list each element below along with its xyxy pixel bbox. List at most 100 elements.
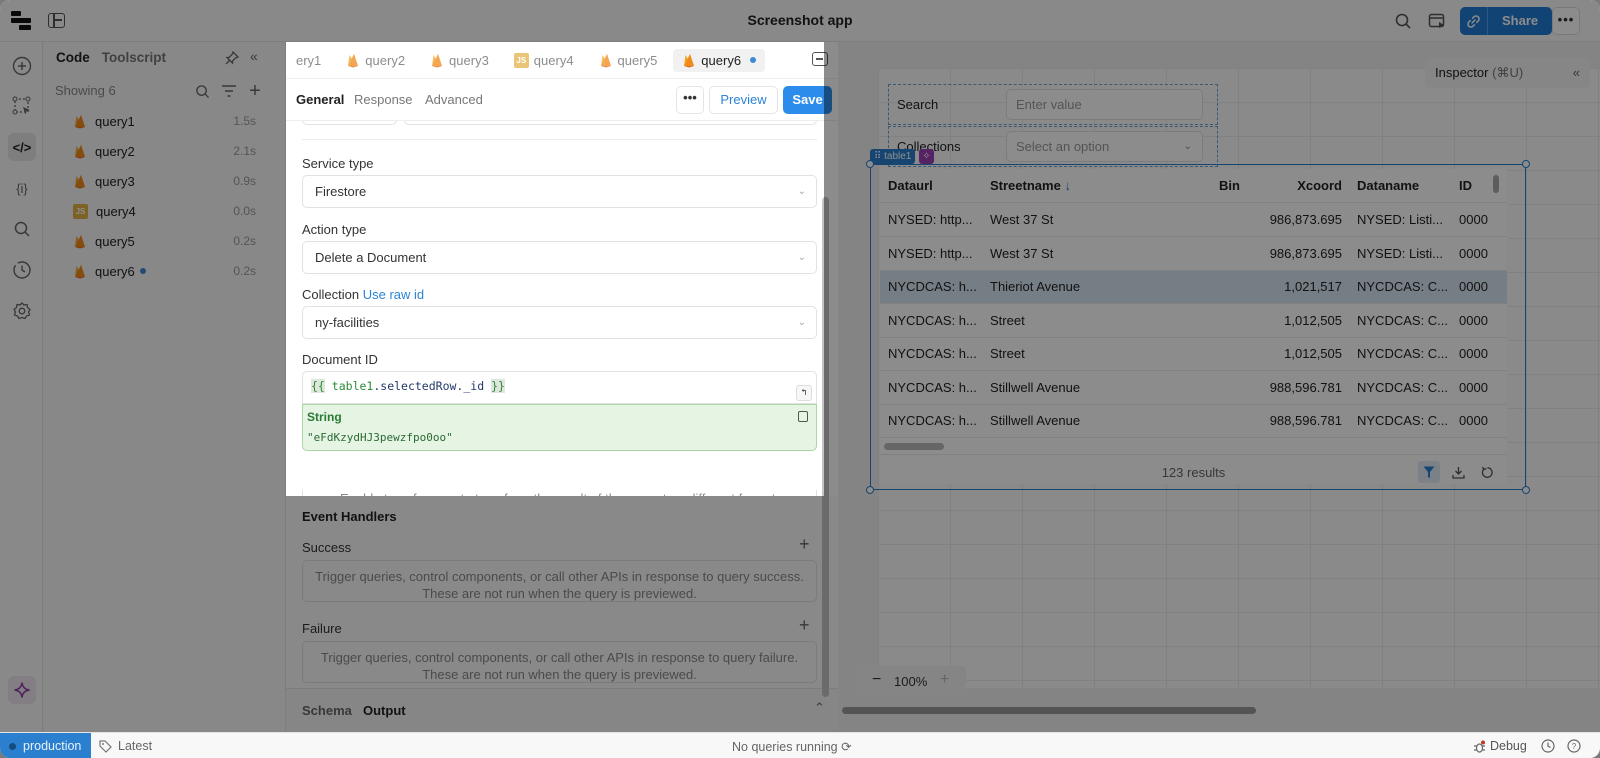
collection-select[interactable]: ny-facilities ⌄ [302,306,817,339]
query-tab[interactable]: query6 [673,48,766,72]
service-type-select[interactable]: Firestore ⌄ [302,175,817,208]
expand-editor-icon[interactable]: ↰ [796,385,812,401]
table-row[interactable]: NYCDCAS: h... Stillwell Avenue 988,596.781… [880,404,1507,438]
zoom-out-button[interactable]: − [872,671,881,689]
query-tab[interactable]: query5 [590,49,667,72]
query-tab[interactable]: ery1 [296,49,330,72]
column-header[interactable]: ID [1459,169,1507,203]
download-button[interactable] [1447,461,1469,483]
column-header[interactable]: Streetname ↓ [990,169,1150,203]
toggle-panel-icon[interactable] [48,13,65,28]
search-rail-button[interactable] [8,215,36,243]
chevron-down-icon: ⌄ [1183,141,1192,152]
table-selection-badge[interactable]: ⠿ table1 [870,149,916,164]
expand-output-icon[interactable]: ⌃ [814,700,825,716]
query-tab[interactable]: query2 [337,49,414,72]
assist-button[interactable] [8,676,36,704]
code-button[interactable]: </> [8,133,36,161]
refresh-button[interactable] [1476,461,1498,483]
add-failure-handler-button[interactable]: + [799,615,810,636]
query-list-item[interactable]: query2 2.1s [44,136,286,166]
search-queries-button[interactable] [193,82,211,100]
document-id-input[interactable]: {{ table1.selectedRow._id }} ↰ [302,371,817,404]
preview-app-icon[interactable] [1428,12,1446,30]
settings-button[interactable] [8,297,36,325]
query-list-item[interactable]: query6 0.2s [44,256,286,286]
column-header[interactable]: Dataname [1357,169,1455,203]
column-header[interactable]: Xcoord [1230,169,1342,203]
table-row[interactable]: NYCDCAS: h... Street 1,012,505 NYCDCAS: C..… [880,337,1507,371]
column-header[interactable]: Dataurl [888,169,988,203]
collapse-panel-icon[interactable]: « [250,48,258,64]
debug-button[interactable]: Debug [1473,739,1527,753]
state-button[interactable]: {i} [8,174,36,202]
query-list-item[interactable]: JS query4 0.0s [44,196,286,226]
query-tab[interactable]: JS query4 [505,49,583,72]
environment-selector[interactable]: production [0,733,91,758]
tab-advanced[interactable]: Advanced [425,92,483,107]
inspector-button[interactable]: Inspector (⌘U) « [1425,58,1590,88]
minimize-editor-icon[interactable] [812,52,828,66]
use-raw-id-link[interactable]: Use raw id [363,287,424,302]
collections-select[interactable]: Select an option ⌄ [1006,131,1203,162]
component-tree-button[interactable] [8,92,36,120]
version-selector[interactable]: Latest [99,739,152,753]
table-vertical-scrollbar[interactable] [1493,175,1499,193]
add-component-button[interactable] [8,52,36,80]
action-type-label: Action type [302,222,367,237]
add-query-button[interactable]: + [246,80,264,102]
filter-queries-button[interactable] [220,82,238,100]
tab-response[interactable]: Response [354,92,413,107]
failure-handler-empty[interactable]: Trigger queries, control components, or … [302,641,817,683]
query-list-item[interactable]: query3 0.9s [44,166,286,196]
table-row[interactable]: NYCDCAS: h... Thieriot Avenue 1,021,517 NYC… [880,270,1507,304]
success-handler-empty[interactable]: Trigger queries, control components, or … [302,560,817,602]
table-horizontal-scrollbar[interactable] [884,443,944,450]
copy-link-button[interactable] [1460,7,1488,35]
tab-toolscript[interactable]: Toolscript [102,50,166,65]
add-success-handler-button[interactable]: + [799,534,810,555]
search-icon[interactable] [1394,12,1412,30]
template-property: .selectedRow._id [373,379,485,393]
query-list-item[interactable]: query5 0.2s [44,226,286,256]
retool-logo-icon[interactable] [11,11,33,31]
history-icon[interactable] [1540,738,1556,754]
resize-handle[interactable] [1522,160,1530,168]
table-component[interactable]: Dataurl Streetname ↓ Bin Xcoord Dataname ID NY… [866,160,1530,494]
query-runtime: 0.2s [233,264,256,278]
preview-button[interactable]: Preview [709,86,778,114]
pin-icon[interactable] [224,50,240,66]
query-tab[interactable]: query3 [421,49,498,72]
more-menu-button[interactable]: ••• [1552,7,1580,35]
resize-handle[interactable] [866,160,874,168]
filter-button[interactable] [1418,461,1440,483]
search-input[interactable]: Enter value [1006,89,1203,120]
ai-edit-icon[interactable]: ✧ [919,149,934,164]
tab-schema[interactable]: Schema [302,703,352,718]
table-row[interactable]: NYSED: http... West 37 St 986,873.695 NYSED… [880,237,1507,271]
action-type-select[interactable]: Delete a Document ⌄ [302,241,817,274]
resize-handle[interactable] [866,486,874,494]
resize-handle[interactable] [1522,486,1530,494]
copy-icon[interactable] [798,411,808,422]
table-row[interactable]: NYSED: http... West 37 St 986,873.695 NYSED… [880,203,1507,237]
query-list-item[interactable]: query1 1.5s [44,106,286,136]
help-icon[interactable]: ? [1566,738,1582,754]
history-button[interactable] [8,256,36,284]
share-button[interactable]: Share [1488,7,1552,35]
zoom-in-button[interactable]: + [940,671,949,689]
editor-scrollbar[interactable] [822,197,829,697]
table-cell: NYSED: http... [888,212,973,227]
column-header[interactable]: Bin [1160,169,1240,203]
table-row[interactable]: NYCDCAS: h... Street 1,012,505 NYCDCAS: C..… [880,304,1507,338]
query-name: query5 [95,233,135,249]
more-actions-button[interactable]: ••• [676,86,704,114]
search-component[interactable]: Search Enter value [888,84,1218,125]
collections-component[interactable]: Collections Select an option ⌄ [888,126,1218,167]
tab-code[interactable]: Code [56,50,90,65]
tab-output[interactable]: Output [363,703,406,718]
canvas-horizontal-scrollbar[interactable] [838,704,1600,716]
table-row[interactable]: NYCDCAS: h... Stillwell Avenue 988,596.781… [880,371,1507,405]
tab-general[interactable]: General [296,92,344,107]
save-button[interactable]: Save [783,86,832,114]
